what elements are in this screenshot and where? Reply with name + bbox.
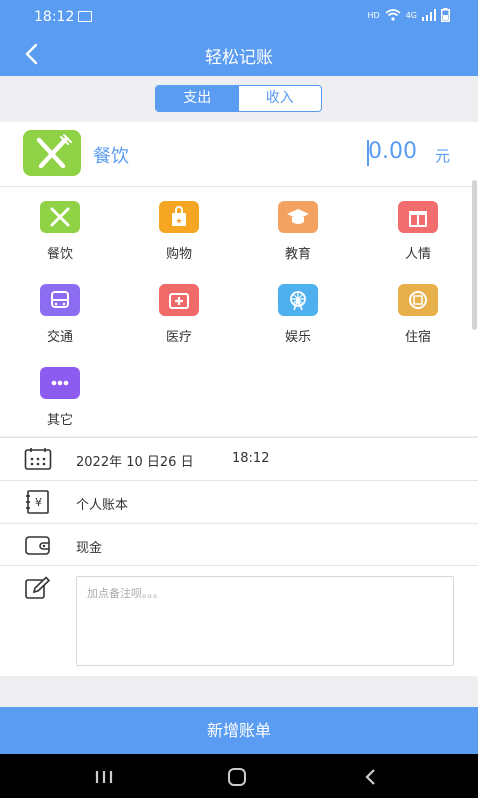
amount-row: 餐饮 0.00 元 [0,122,478,187]
category-education[interactable]: 教育 [258,201,338,262]
svg-text:★: ★ [175,217,182,226]
category-label: 人情 [404,247,431,262]
category-label: 交通 [46,330,73,345]
currency-unit: 元 [435,147,451,165]
medical-kit-icon [159,284,199,316]
system-nav-bar [0,754,478,798]
ferris-wheel-icon [278,284,318,316]
category-gifts[interactable]: 人情 [378,201,458,262]
category-grid: 餐饮 ★ 购物 教育 人情 交通 医疗 娱乐 住宿 其它 [0,187,478,436]
signal-label: 4G [405,10,417,20]
date-value: 2022年 10 日26 日 [76,455,194,470]
scrollbar[interactable] [472,180,477,330]
gift-icon [398,201,438,233]
category-label: 医疗 [165,330,192,345]
graduation-cap-icon [278,201,318,233]
calendar-icon [24,448,52,470]
account-book-value: 个人账本 [76,498,129,513]
category-label: 娱乐 [284,330,311,345]
back-nav-icon[interactable] [356,766,386,788]
home-icon[interactable] [222,766,252,788]
selected-category-label: 餐饮 [93,146,129,167]
wifi-icon [385,9,401,21]
edit-icon [25,576,51,599]
bus-icon [40,284,80,316]
app-header: 轻松记账 [0,32,478,76]
more-dots-icon [40,367,80,399]
amount-input[interactable]: 0.00 [368,139,417,164]
wallet-icon [25,536,50,555]
account-book-row[interactable]: ¥ 个人账本 [0,480,478,523]
add-bill-button[interactable]: 新增账单 [0,707,478,754]
shopping-bag-icon: ★ [159,201,199,233]
payment-method-value: 现金 [76,541,103,556]
hotel-icon [398,284,438,316]
category-label: 住宿 [404,330,431,345]
category-food[interactable]: 餐饮 [20,201,100,262]
category-shopping[interactable]: ★ 购物 [139,201,219,262]
network-label: HD [367,10,380,20]
type-toggle: 支出 收入 [155,85,322,112]
status-bar: 18:12 HD 4G [0,0,478,32]
category-label: 购物 [165,247,192,262]
note-input[interactable] [76,576,454,666]
category-entertainment[interactable]: 娱乐 [258,284,338,345]
payment-method-row[interactable]: 现金 [0,523,478,566]
status-time: 18:12 [34,9,75,25]
category-transport[interactable]: 交通 [20,284,100,345]
battery-icon [441,8,450,22]
tab-expense[interactable]: 支出 [156,86,239,111]
status-icons: HD 4G [368,8,450,22]
tab-income[interactable]: 收入 [239,86,322,111]
date-row[interactable]: 2022年 10 日26 日 18:12 [0,437,478,480]
time-value: 18:12 [232,451,270,466]
category-label: 教育 [284,247,311,262]
selected-category-fork-knife-icon [23,130,81,176]
image-notification-icon [78,11,92,22]
page-title: 轻松记账 [205,48,273,68]
category-medical[interactable]: 医疗 [139,284,219,345]
signal-icon [422,9,436,21]
ledger-book-icon: ¥ [26,490,49,514]
category-lodging[interactable]: 住宿 [378,284,458,345]
recent-apps-icon[interactable] [89,766,119,788]
fork-knife-icon [40,201,80,233]
note-section [0,565,478,676]
category-label: 其它 [46,413,73,428]
svg-text:¥: ¥ [35,496,42,509]
category-label: 餐饮 [46,247,73,262]
category-other[interactable]: 其它 [20,367,100,428]
